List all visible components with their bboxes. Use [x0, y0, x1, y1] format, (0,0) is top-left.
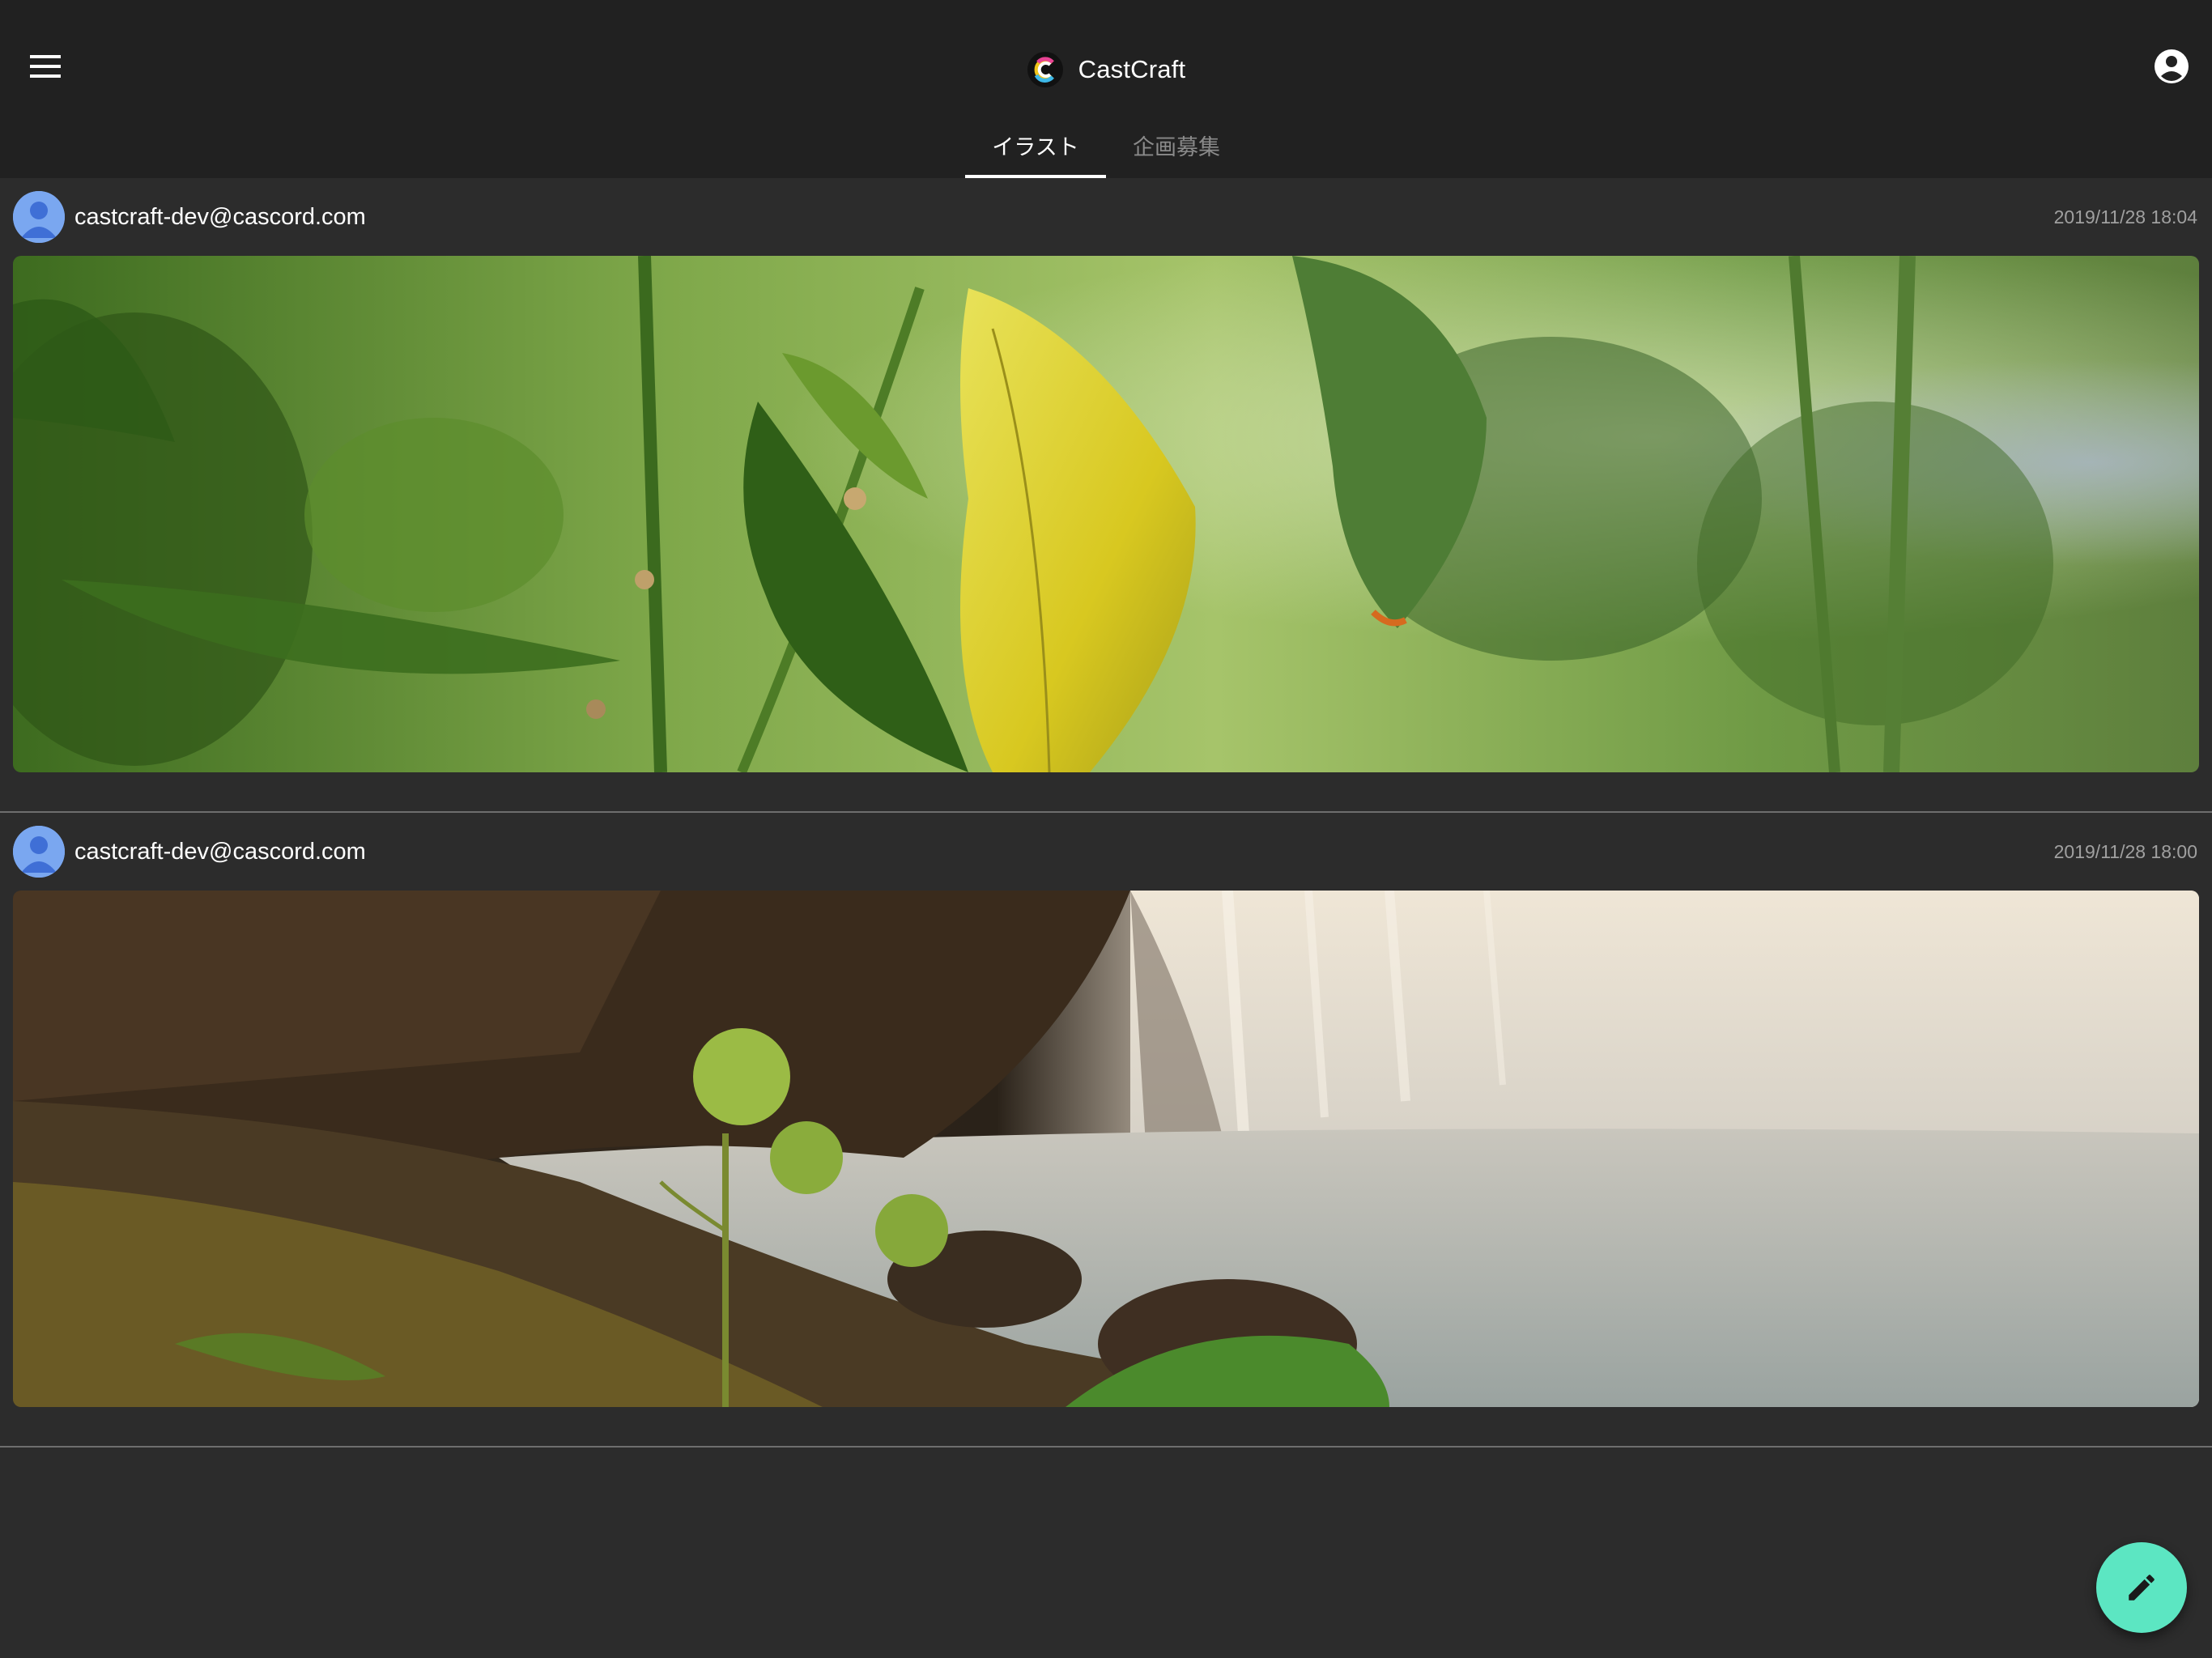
- post-timestamp: 2019/11/28 18:00: [2053, 840, 2197, 862]
- tab-label: 企画募集: [1133, 134, 1220, 159]
- create-post-fab[interactable]: [2096, 1542, 2187, 1633]
- post-author[interactable]: castcraft-dev@cascord.com: [74, 839, 366, 865]
- leaves-photo[interactable]: [13, 256, 2199, 772]
- app-title: CastCraft: [1078, 55, 1186, 83]
- castcraft-logo-icon: [1027, 52, 1063, 87]
- post-header: castcraft-dev@cascord.com 2019/11/28 18:…: [13, 826, 2197, 878]
- waterfall-photo[interactable]: [13, 891, 2199, 1407]
- tab-project-recruitment[interactable]: 企画募集: [1106, 121, 1247, 178]
- post-card[interactable]: castcraft-dev@cascord.com 2019/11/28 18:…: [0, 813, 2212, 1448]
- pencil-icon: [2129, 1575, 2155, 1601]
- avatar[interactable]: [13, 191, 65, 243]
- post-header: castcraft-dev@cascord.com 2019/11/28 18:…: [13, 191, 2197, 243]
- tab-label: イラスト: [992, 134, 1079, 159]
- app-header: CastCraft イラスト 企画募集: [0, 0, 2212, 178]
- default-user-icon: [13, 191, 65, 243]
- default-user-icon: [13, 826, 65, 878]
- tab-bar: イラスト 企画募集: [0, 121, 2212, 178]
- account-circle-icon: [2155, 49, 2189, 83]
- avatar[interactable]: [13, 826, 65, 878]
- post-author[interactable]: castcraft-dev@cascord.com: [74, 204, 366, 231]
- brand: CastCraft: [0, 49, 2212, 91]
- post-timestamp: 2019/11/28 18:04: [2053, 206, 2197, 227]
- post-card[interactable]: castcraft-dev@cascord.com 2019/11/28 18:…: [0, 178, 2212, 813]
- tab-illustration[interactable]: イラスト: [965, 121, 1106, 178]
- account-button[interactable]: [2147, 42, 2196, 91]
- post-feed: castcraft-dev@cascord.com 2019/11/28 18:…: [0, 178, 2212, 1448]
